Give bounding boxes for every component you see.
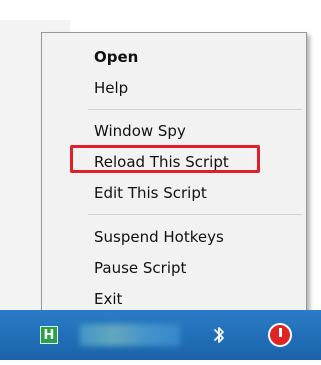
blurred-app-icons xyxy=(80,324,180,346)
menu-separator xyxy=(88,109,302,110)
red-clock-icon[interactable] xyxy=(268,323,292,347)
notification-area: H xyxy=(0,310,321,360)
context-menu: Open Help Window Spy Reload This Script … xyxy=(41,32,307,316)
menu-separator xyxy=(88,214,302,215)
menu-item-pause-script[interactable]: Pause Script xyxy=(94,258,186,278)
highlight-annotation-box xyxy=(70,145,260,173)
taskbar: H xyxy=(0,310,321,365)
bluetooth-glyph xyxy=(214,327,224,343)
bluetooth-icon[interactable] xyxy=(211,325,227,345)
autohotkey-icon[interactable]: H xyxy=(40,326,58,344)
menu-item-open[interactable]: Open xyxy=(94,47,138,67)
menu-item-window-spy[interactable]: Window Spy xyxy=(94,121,186,141)
menu-item-suspend-hotkeys[interactable]: Suspend Hotkeys xyxy=(94,227,224,247)
menu-item-exit[interactable]: Exit xyxy=(94,289,122,309)
bottom-border xyxy=(0,360,321,365)
menu-item-edit-script[interactable]: Edit This Script xyxy=(94,183,207,203)
menu-item-help[interactable]: Help xyxy=(94,78,128,98)
